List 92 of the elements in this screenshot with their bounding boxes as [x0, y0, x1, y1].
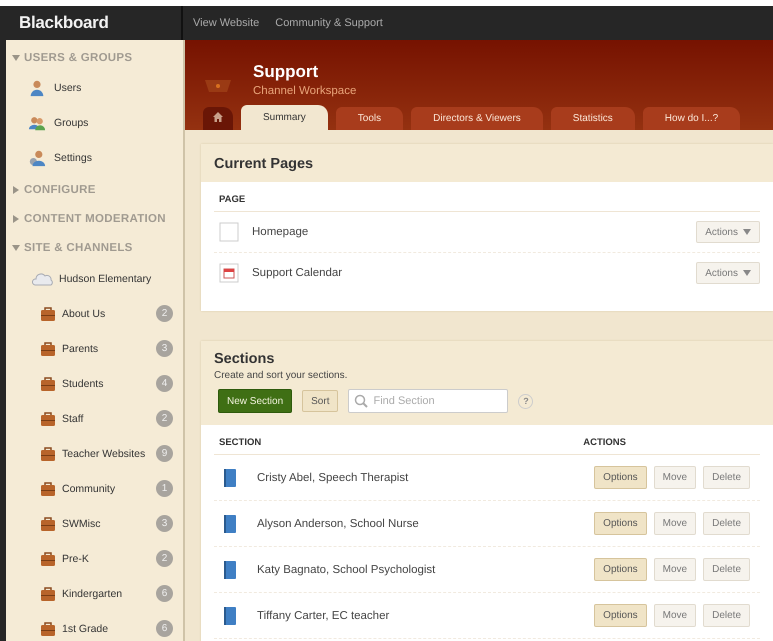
card-title: Sections	[214, 351, 276, 367]
book-icon	[224, 560, 236, 578]
section-name: Katy Bagnato, School Psychologist	[257, 564, 436, 576]
help-icon[interactable]: ?	[518, 394, 534, 408]
caret-icon	[12, 54, 20, 62]
caret-icon	[743, 270, 751, 276]
channel-item[interactable]: Students 4	[6, 366, 183, 401]
channel-item[interactable]: Parents 3	[6, 331, 183, 366]
row-action-button[interactable]: Delete	[703, 558, 750, 581]
user-icon	[28, 78, 46, 96]
count-badge: 1	[156, 480, 173, 497]
count-badge: 9	[156, 445, 173, 462]
section-name: Alyson Anderson, School Nurse	[257, 518, 420, 530]
sidebar-item[interactable]: Settings	[6, 140, 183, 175]
section-name: Cristy Abel, Speech Therapist	[257, 472, 410, 484]
row-action-button[interactable]: Move	[654, 558, 696, 581]
channel-item[interactable]: Teacher Websites 9	[6, 436, 183, 471]
sidebar-item[interactable]: Users	[6, 70, 183, 105]
briefcase-icon	[40, 306, 56, 322]
caret-icon	[12, 214, 20, 222]
count-badge: 2	[156, 305, 173, 322]
page-name: Support Calendar	[252, 267, 344, 279]
page-icon	[219, 222, 239, 242]
briefcase-icon	[40, 516, 56, 532]
briefcase-icon	[40, 446, 56, 462]
page-name: Homepage	[252, 226, 310, 238]
search-icon	[354, 394, 368, 408]
section-name: Tiffany Carter, EC teacher	[257, 610, 390, 622]
actions-button[interactable]: Actions	[696, 221, 760, 243]
tab[interactable]: How do I...?	[642, 107, 740, 130]
tab[interactable]: Statistics	[550, 107, 635, 130]
search-field[interactable]: Find Section	[348, 389, 508, 413]
user-gear-icon	[28, 148, 46, 166]
channel-item[interactable]: SWMisc 3	[6, 506, 183, 541]
nav-link[interactable]: Community & Support	[275, 17, 383, 29]
row-action-button[interactable]: Delete	[703, 466, 750, 489]
caret-icon	[12, 244, 20, 252]
briefcase-icon	[40, 586, 56, 602]
channel-item[interactable]: Community 1	[6, 471, 183, 506]
channel-item[interactable]: Kindergarten 6	[6, 576, 183, 611]
page-subtitle: Channel Workspace	[253, 85, 356, 97]
channel-item[interactable]: About Us 2	[6, 296, 183, 331]
home-icon	[213, 112, 223, 122]
row-action-button[interactable]: Move	[654, 466, 696, 489]
briefcase-icon	[40, 550, 56, 566]
tab[interactable]: Tools	[336, 107, 404, 130]
column-header: SECTION	[219, 437, 262, 448]
count-badge: 3	[156, 340, 173, 357]
tab[interactable]: Summary	[241, 105, 328, 130]
count-badge: 6	[156, 620, 173, 637]
count-badge: 2	[156, 550, 173, 567]
book-icon	[224, 606, 236, 624]
nav-link[interactable]: View Website	[193, 17, 260, 29]
site-item[interactable]: Hudson Elementary	[6, 262, 183, 296]
channel-item[interactable]: 1st Grade 6	[6, 611, 183, 641]
new-section-button[interactable]: New Section	[218, 389, 292, 413]
logo[interactable]: Blackboard	[19, 13, 109, 33]
row-action-button[interactable]: Options	[594, 466, 647, 489]
row-action-button[interactable]: Move	[654, 604, 696, 627]
row-action-button[interactable]: Options	[594, 558, 647, 581]
tab[interactable]: Directors & Viewers	[411, 107, 543, 130]
channel-item[interactable]: Staff 2	[6, 401, 183, 436]
card-title: Current Pages	[214, 156, 314, 172]
row-action-button[interactable]: Delete	[703, 604, 750, 627]
caret-icon	[743, 229, 751, 235]
actions-button[interactable]: Actions	[696, 262, 760, 284]
calendar-icon	[219, 263, 239, 283]
card-subtitle: Create and sort your sections.	[214, 370, 348, 381]
column-header: PAGE	[219, 194, 246, 205]
book-icon	[224, 514, 236, 532]
briefcase-icon	[40, 376, 56, 392]
cloud-icon	[32, 272, 54, 286]
column-header: ACTIONS	[583, 437, 626, 448]
count-badge: 6	[156, 585, 173, 602]
count-badge: 2	[156, 410, 173, 427]
caret-icon	[12, 186, 20, 194]
count-badge: 4	[156, 375, 173, 392]
briefcase-icon	[40, 410, 56, 426]
briefcase-icon	[40, 340, 56, 356]
row-action-button[interactable]: Delete	[703, 512, 750, 535]
channel-item[interactable]: Pre-K 2	[6, 541, 183, 576]
sidebar-item[interactable]: Groups	[6, 105, 183, 140]
page-title: Support	[253, 62, 320, 82]
sort-button[interactable]: Sort	[302, 390, 338, 412]
home-tab[interactable]	[203, 107, 233, 130]
briefcase-icon	[40, 620, 56, 636]
row-action-button[interactable]: Options	[594, 512, 647, 535]
row-action-button[interactable]: Move	[654, 512, 696, 535]
briefcase-icon	[40, 480, 56, 496]
count-badge: 3	[156, 515, 173, 532]
row-action-button[interactable]: Options	[594, 604, 647, 627]
book-icon	[224, 468, 236, 486]
